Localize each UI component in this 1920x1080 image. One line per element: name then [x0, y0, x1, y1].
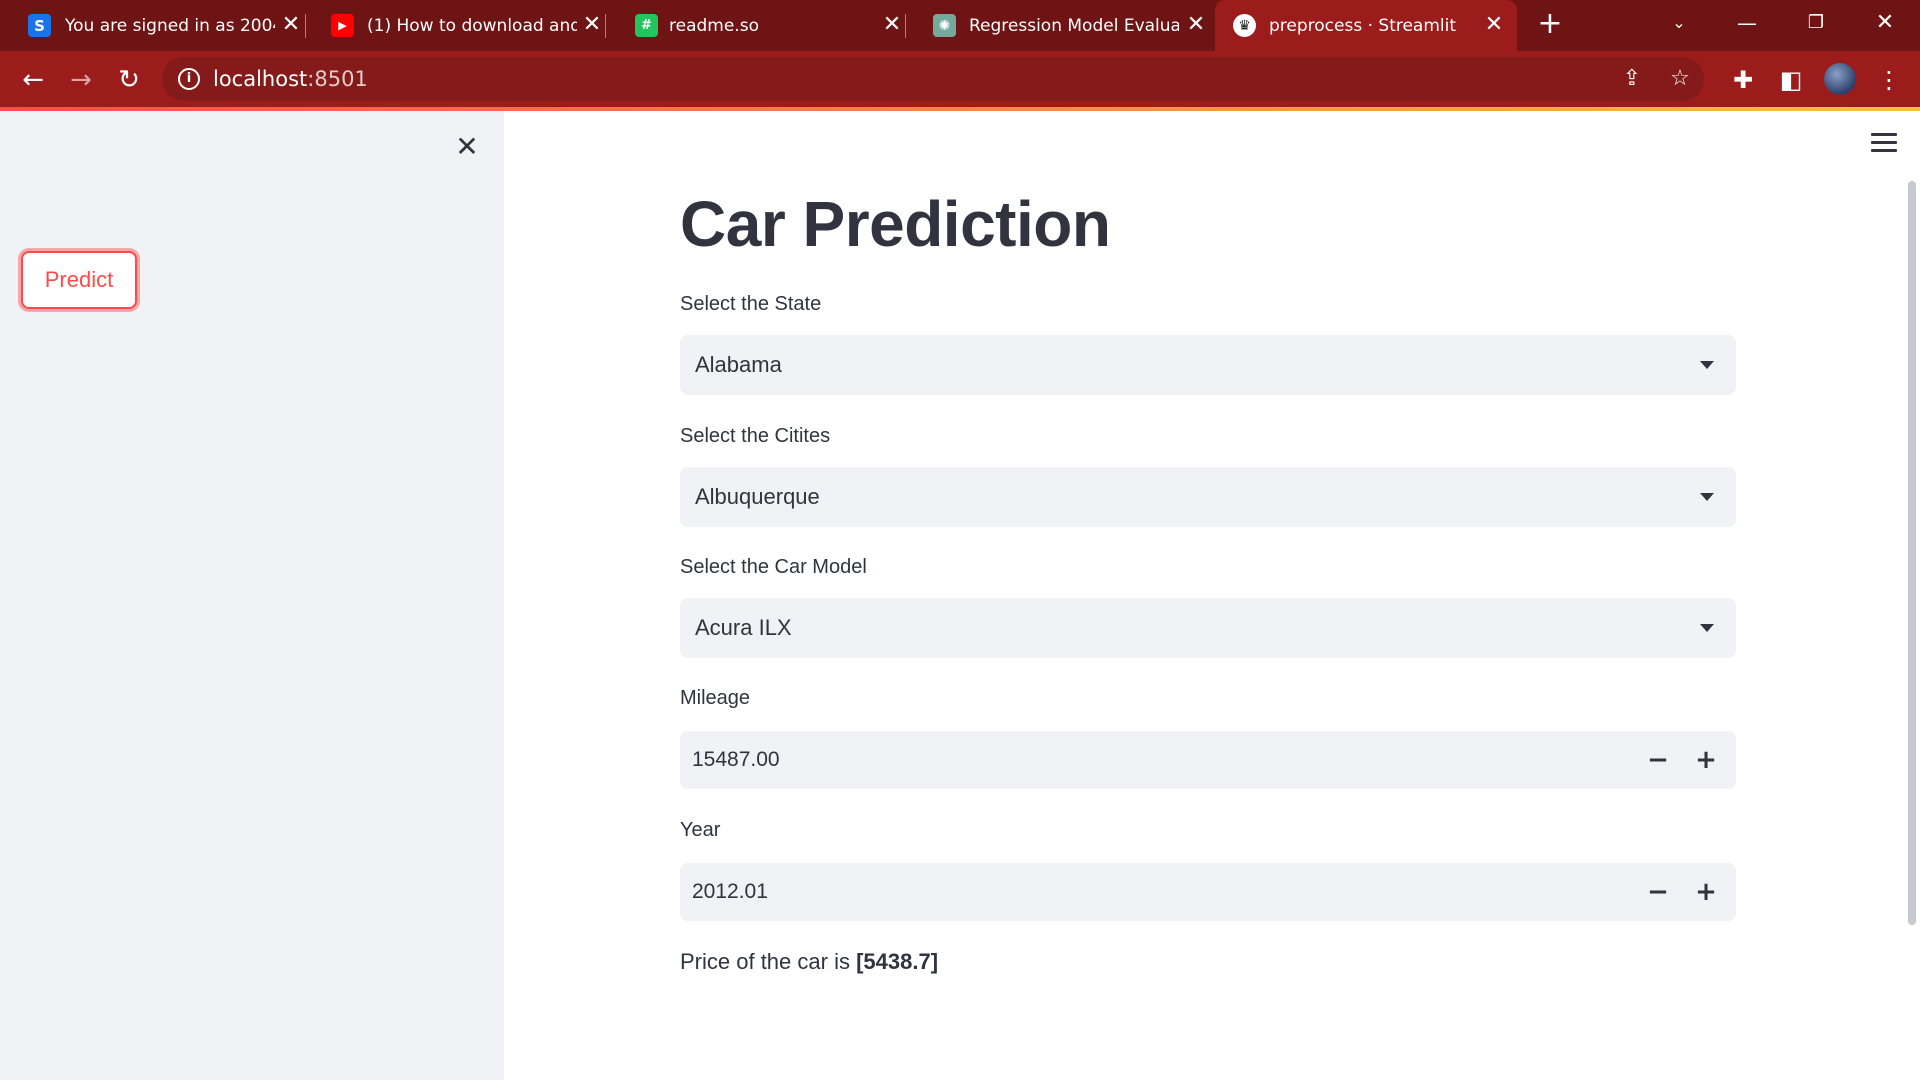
url-text[interactable]: localhost:8501: [213, 66, 368, 92]
tab-title: preprocess · Streamlit: [1269, 16, 1457, 36]
mileage-label: Mileage: [680, 687, 751, 709]
chevron-down-icon: [1700, 624, 1714, 632]
mileage-input[interactable]: 15487.00 − +: [680, 731, 1736, 789]
page-title: Car Prediction: [680, 188, 1111, 260]
close-window-button[interactable]: ✕: [1865, 8, 1905, 38]
tab-title: You are signed in as 2004: [65, 16, 275, 36]
mileage-decrement-button[interactable]: −: [1638, 740, 1678, 780]
readme-icon: #: [635, 14, 658, 37]
forward-arrow-icon[interactable]: →: [64, 63, 98, 97]
browser-tab-2[interactable]: ▶ (1) How to download and ✕: [305, 0, 606, 51]
state-select[interactable]: Alabama: [680, 335, 1736, 395]
car-model-select[interactable]: Acura ILX: [680, 598, 1736, 658]
mileage-increment-button[interactable]: +: [1686, 740, 1726, 780]
site-info-icon[interactable]: i: [178, 68, 200, 90]
year-decrement-button[interactable]: −: [1638, 872, 1678, 912]
browser-tab-1[interactable]: S You are signed in as 2004 ✕: [0, 0, 306, 51]
main-scrollbar[interactable]: [1908, 181, 1916, 925]
tab-favicon-icon: S: [28, 14, 51, 37]
tab-close-icon[interactable]: ✕: [879, 12, 905, 38]
youtube-icon: ▶: [331, 14, 354, 37]
streamlit-icon: ♛: [1233, 14, 1256, 37]
browser-tab-strip: S You are signed in as 2004 ✕ ▶ (1) How …: [0, 0, 1920, 51]
reload-icon[interactable]: ↻: [112, 63, 146, 97]
openai-icon: ✺: [933, 14, 956, 37]
mileage-input-value[interactable]: 15487.00: [692, 746, 780, 774]
address-bar[interactable]: i localhost:8501 ⇪ ☆: [162, 57, 1704, 101]
tab-search-icon[interactable]: ⌄: [1659, 8, 1699, 38]
car-model-label: Select the Car Model: [680, 556, 867, 578]
year-increment-button[interactable]: +: [1686, 872, 1726, 912]
profile-avatar[interactable]: [1824, 63, 1856, 95]
browser-tab-3[interactable]: # readme.so ✕: [605, 0, 906, 51]
bookmark-star-icon[interactable]: ☆: [1666, 65, 1694, 93]
state-select-value: Alabama: [695, 352, 782, 377]
city-select[interactable]: Albuquerque: [680, 467, 1736, 527]
browser-tab-4[interactable]: ✺ Regression Model Evaluat ✕: [905, 0, 1215, 51]
tab-close-icon[interactable]: ✕: [1481, 12, 1507, 38]
tab-title: (1) How to download and: [367, 16, 577, 36]
url-port: :8501: [307, 67, 368, 91]
price-result-value: [5438.7]: [856, 949, 939, 974]
chevron-down-icon: [1700, 361, 1714, 369]
car-model-select-value: Acura ILX: [695, 615, 792, 640]
sidebar-close-icon[interactable]: ✕: [452, 132, 482, 162]
price-result-prefix: Price of the car is: [680, 949, 857, 974]
city-label: Select the Citites: [680, 425, 831, 447]
main-content: Car Prediction Select the State Alabama …: [504, 111, 1920, 1080]
url-host: localhost: [213, 67, 308, 91]
predict-button[interactable]: Predict: [21, 251, 137, 309]
browser-menu-icon[interactable]: ⋮: [1872, 63, 1906, 97]
side-panel-icon[interactable]: ◧: [1774, 63, 1808, 97]
chevron-down-icon: [1700, 493, 1714, 501]
tab-title: readme.so: [669, 16, 759, 36]
tab-close-icon[interactable]: ✕: [1183, 12, 1209, 38]
share-icon[interactable]: ⇪: [1618, 65, 1646, 93]
tab-title: Regression Model Evaluat: [969, 16, 1179, 36]
new-tab-button[interactable]: +: [1534, 8, 1566, 40]
back-arrow-icon[interactable]: ←: [16, 63, 50, 97]
minimize-button[interactable]: —: [1727, 8, 1767, 38]
tab-close-icon[interactable]: ✕: [579, 12, 605, 38]
year-input-value[interactable]: 2012.01: [692, 878, 768, 906]
browser-tab-5-active[interactable]: ♛ preprocess · Streamlit ✕: [1215, 0, 1517, 51]
extensions-puzzle-icon[interactable]: ✚: [1726, 63, 1760, 97]
year-input[interactable]: 2012.01 − +: [680, 863, 1736, 921]
tab-close-icon[interactable]: ✕: [278, 12, 304, 38]
price-result: Price of the car is [5438.7]: [680, 949, 938, 975]
sidebar: ✕ Predict: [0, 111, 504, 1080]
app-menu-icon[interactable]: [1871, 133, 1897, 153]
restore-button[interactable]: ❐: [1796, 8, 1836, 38]
state-label: Select the State: [680, 293, 822, 315]
year-label: Year: [680, 819, 721, 841]
city-select-value: Albuquerque: [695, 484, 820, 509]
browser-toolbar: ← → ↻ i localhost:8501 ⇪ ☆ ✚ ◧ ⋮: [0, 51, 1920, 107]
